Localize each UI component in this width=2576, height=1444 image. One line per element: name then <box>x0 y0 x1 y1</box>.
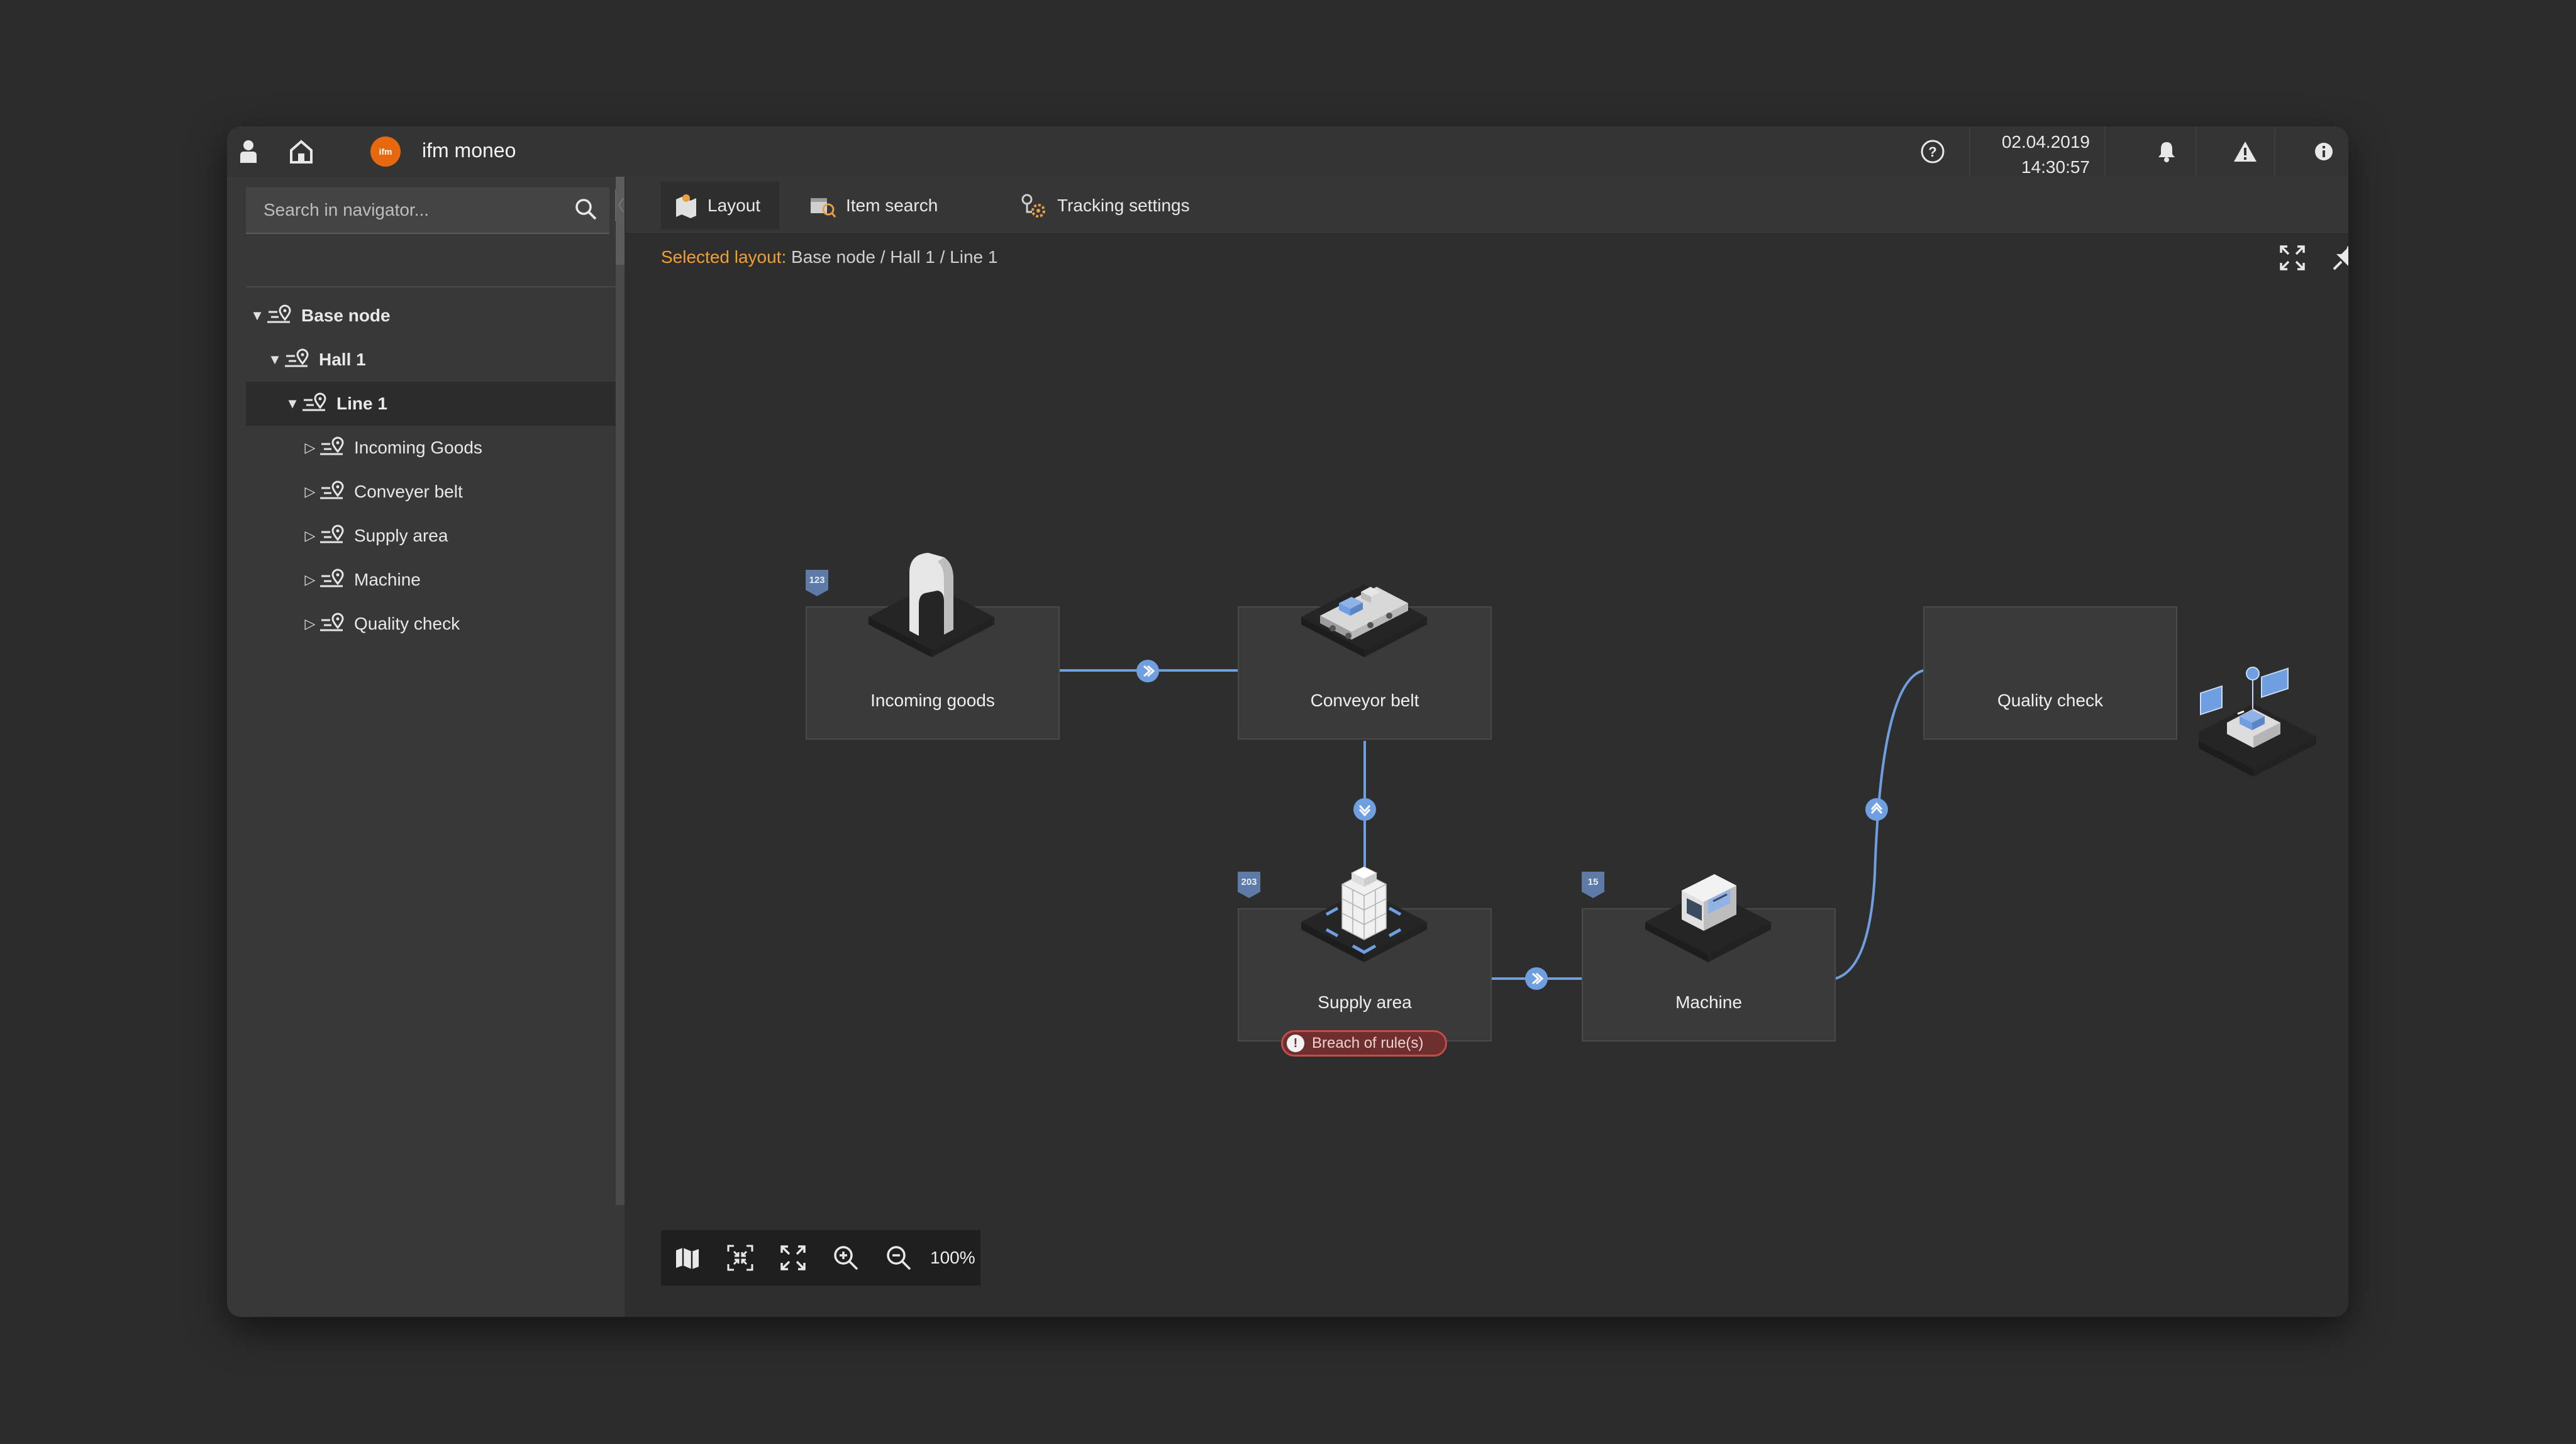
zoom-out-icon <box>887 1246 911 1270</box>
node-badge-incoming-goods: 123 <box>804 569 830 597</box>
conveyor-belt-illustration-icon <box>1301 584 1427 657</box>
zoom-out-button[interactable] <box>872 1230 925 1286</box>
zoom-in-button[interactable] <box>819 1230 872 1286</box>
flow-arrow-down-icon[interactable] <box>1352 797 1377 825</box>
expand-icon <box>780 1245 806 1270</box>
node-quality-check[interactable]: Quality check <box>1923 606 2177 740</box>
node-label: Quality check <box>1997 691 2104 710</box>
supply-area-illustration-icon <box>1301 866 1427 962</box>
flow-arrow-right-icon[interactable] <box>1524 966 1549 994</box>
quality-check-illustration-icon <box>2199 667 2316 777</box>
zoom-in-icon <box>834 1246 858 1270</box>
zoom-toolbar: 100% <box>661 1230 980 1286</box>
expand-button[interactable] <box>767 1230 819 1286</box>
map-view-button[interactable] <box>661 1230 714 1286</box>
machine-illustration-icon <box>1645 874 1771 962</box>
fit-to-screen-icon <box>727 1245 753 1271</box>
map-icon <box>676 1248 699 1269</box>
badge-count: 123 <box>809 575 825 586</box>
node-label: Incoming goods <box>870 691 995 710</box>
node-label: Machine <box>1675 992 1742 1012</box>
badge-count: 203 <box>1241 877 1257 887</box>
zoom-level: 100% <box>930 1248 975 1267</box>
breach-of-rules-alert[interactable]: ! Breach of rule(s) <box>1281 1030 1447 1057</box>
app-window: ifm ifm moneo ? 02.04.2019 14:30:57 Sear… <box>227 126 2348 1317</box>
node-badge-supply-area: 203 <box>1236 870 1262 899</box>
node-label: Supply area <box>1318 992 1412 1012</box>
flow-arrow-right-icon[interactable] <box>1135 658 1160 687</box>
fit-to-screen-button[interactable] <box>714 1230 767 1286</box>
badge-count: 15 <box>1587 877 1599 887</box>
alert-shield-icon: ! <box>1287 1035 1304 1052</box>
incoming-goods-illustration-icon <box>869 553 994 657</box>
node-label: Conveyor belt <box>1310 691 1419 710</box>
flow-arrow-up-icon[interactable] <box>1864 797 1889 825</box>
alert-text: Breach of rule(s) <box>1312 1035 1424 1052</box>
node-badge-machine: 15 <box>1580 870 1606 899</box>
